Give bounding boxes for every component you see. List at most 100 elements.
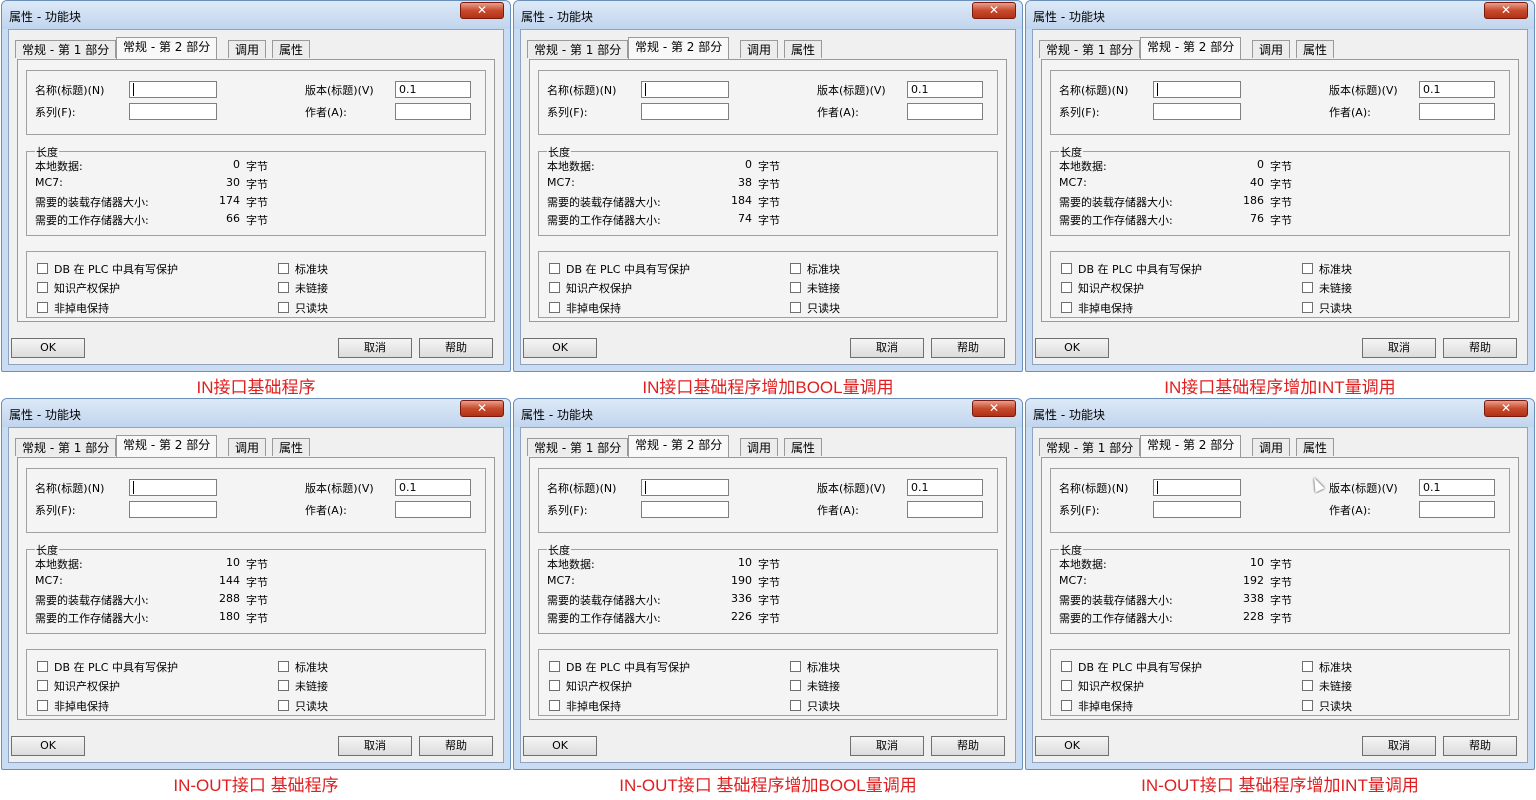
cancel-button[interactable]: 取消 (1362, 338, 1436, 358)
tab-calls[interactable]: 调用 (1252, 40, 1291, 58)
author-input[interactable] (907, 501, 983, 518)
name-input[interactable] (641, 81, 729, 98)
non-retain-checkbox[interactable] (1061, 302, 1072, 313)
version-input[interactable]: 0.1 (395, 479, 471, 496)
read-only-checkbox[interactable] (790, 700, 801, 711)
help-button[interactable]: 帮助 (419, 736, 493, 756)
tab-calls[interactable]: 调用 (228, 438, 267, 456)
version-input[interactable]: 0.1 (1419, 81, 1495, 98)
close-button[interactable]: ✕ (460, 2, 504, 19)
tab-general-part-2[interactable]: 常规 - 第 2 部分 (628, 435, 730, 457)
family-input[interactable] (129, 501, 217, 518)
read-only-checkbox[interactable] (278, 302, 289, 313)
close-button[interactable]: ✕ (972, 2, 1016, 19)
tab-general-part-1[interactable]: 常规 - 第 1 部分 (1039, 438, 1141, 456)
tab-general-part-1[interactable]: 常规 - 第 1 部分 (1039, 40, 1141, 58)
tab-attributes[interactable]: 属性 (272, 40, 311, 58)
tab-general-part-2[interactable]: 常规 - 第 2 部分 (1140, 37, 1242, 59)
ok-button[interactable]: OK (11, 338, 85, 358)
tab-general-part-1[interactable]: 常规 - 第 1 部分 (15, 438, 117, 456)
standard-block-checkbox[interactable] (1302, 263, 1313, 274)
db-write-protect-checkbox[interactable] (1061, 263, 1072, 274)
cancel-button[interactable]: 取消 (338, 736, 412, 756)
family-input[interactable] (641, 501, 729, 518)
ok-button[interactable]: OK (11, 736, 85, 756)
standard-block-checkbox[interactable] (278, 661, 289, 672)
cancel-button[interactable]: 取消 (1362, 736, 1436, 756)
name-input[interactable] (1153, 479, 1241, 496)
unlinked-checkbox[interactable] (790, 680, 801, 691)
standard-block-checkbox[interactable] (790, 263, 801, 274)
tab-general-part-1[interactable]: 常规 - 第 1 部分 (527, 40, 629, 58)
db-write-protect-checkbox[interactable] (1061, 661, 1072, 672)
db-write-protect-checkbox[interactable] (37, 263, 48, 274)
ok-button[interactable]: OK (1035, 338, 1109, 358)
ok-button[interactable]: OK (523, 338, 597, 358)
non-retain-checkbox[interactable] (549, 302, 560, 313)
family-input[interactable] (1153, 103, 1241, 120)
close-button[interactable]: ✕ (1484, 400, 1528, 417)
name-input[interactable] (129, 479, 217, 496)
version-input[interactable]: 0.1 (395, 81, 471, 98)
standard-block-checkbox[interactable] (790, 661, 801, 672)
author-input[interactable] (907, 103, 983, 120)
name-input[interactable] (1153, 81, 1241, 98)
unlinked-checkbox[interactable] (278, 282, 289, 293)
version-input[interactable]: 0.1 (907, 479, 983, 496)
db-write-protect-checkbox[interactable] (549, 661, 560, 672)
tab-attributes[interactable]: 属性 (1296, 40, 1335, 58)
help-button[interactable]: 帮助 (931, 338, 1005, 358)
help-button[interactable]: 帮助 (931, 736, 1005, 756)
tab-general-part-1[interactable]: 常规 - 第 1 部分 (15, 40, 117, 58)
read-only-checkbox[interactable] (278, 700, 289, 711)
help-button[interactable]: 帮助 (419, 338, 493, 358)
ok-button[interactable]: OK (1035, 736, 1109, 756)
family-input[interactable] (1153, 501, 1241, 518)
name-input[interactable] (129, 81, 217, 98)
unlinked-checkbox[interactable] (278, 680, 289, 691)
know-how-protect-checkbox[interactable] (37, 680, 48, 691)
tab-calls[interactable]: 调用 (228, 40, 267, 58)
tab-calls[interactable]: 调用 (1252, 438, 1291, 456)
author-input[interactable] (395, 103, 471, 120)
cancel-button[interactable]: 取消 (850, 338, 924, 358)
name-input[interactable] (641, 479, 729, 496)
know-how-protect-checkbox[interactable] (37, 282, 48, 293)
tab-attributes[interactable]: 属性 (784, 40, 823, 58)
tab-calls[interactable]: 调用 (740, 438, 779, 456)
non-retain-checkbox[interactable] (1061, 700, 1072, 711)
tab-general-part-2[interactable]: 常规 - 第 2 部分 (628, 37, 730, 59)
cancel-button[interactable]: 取消 (338, 338, 412, 358)
non-retain-checkbox[interactable] (37, 302, 48, 313)
db-write-protect-checkbox[interactable] (549, 263, 560, 274)
unlinked-checkbox[interactable] (1302, 680, 1313, 691)
db-write-protect-checkbox[interactable] (37, 661, 48, 672)
read-only-checkbox[interactable] (1302, 302, 1313, 313)
non-retain-checkbox[interactable] (37, 700, 48, 711)
know-how-protect-checkbox[interactable] (1061, 680, 1072, 691)
tab-calls[interactable]: 调用 (740, 40, 779, 58)
help-button[interactable]: 帮助 (1443, 736, 1517, 756)
unlinked-checkbox[interactable] (1302, 282, 1313, 293)
author-input[interactable] (395, 501, 471, 518)
unlinked-checkbox[interactable] (790, 282, 801, 293)
tab-attributes[interactable]: 属性 (272, 438, 311, 456)
know-how-protect-checkbox[interactable] (549, 282, 560, 293)
cancel-button[interactable]: 取消 (850, 736, 924, 756)
help-button[interactable]: 帮助 (1443, 338, 1517, 358)
family-input[interactable] (129, 103, 217, 120)
ok-button[interactable]: OK (523, 736, 597, 756)
know-how-protect-checkbox[interactable] (1061, 282, 1072, 293)
author-input[interactable] (1419, 103, 1495, 120)
tab-general-part-2[interactable]: 常规 - 第 2 部分 (116, 435, 218, 457)
author-input[interactable] (1419, 501, 1495, 518)
read-only-checkbox[interactable] (1302, 700, 1313, 711)
version-input[interactable]: 0.1 (907, 81, 983, 98)
standard-block-checkbox[interactable] (278, 263, 289, 274)
close-button[interactable]: ✕ (1484, 2, 1528, 19)
tab-general-part-2[interactable]: 常规 - 第 2 部分 (116, 37, 218, 59)
know-how-protect-checkbox[interactable] (549, 680, 560, 691)
tab-attributes[interactable]: 属性 (784, 438, 823, 456)
read-only-checkbox[interactable] (790, 302, 801, 313)
non-retain-checkbox[interactable] (549, 700, 560, 711)
